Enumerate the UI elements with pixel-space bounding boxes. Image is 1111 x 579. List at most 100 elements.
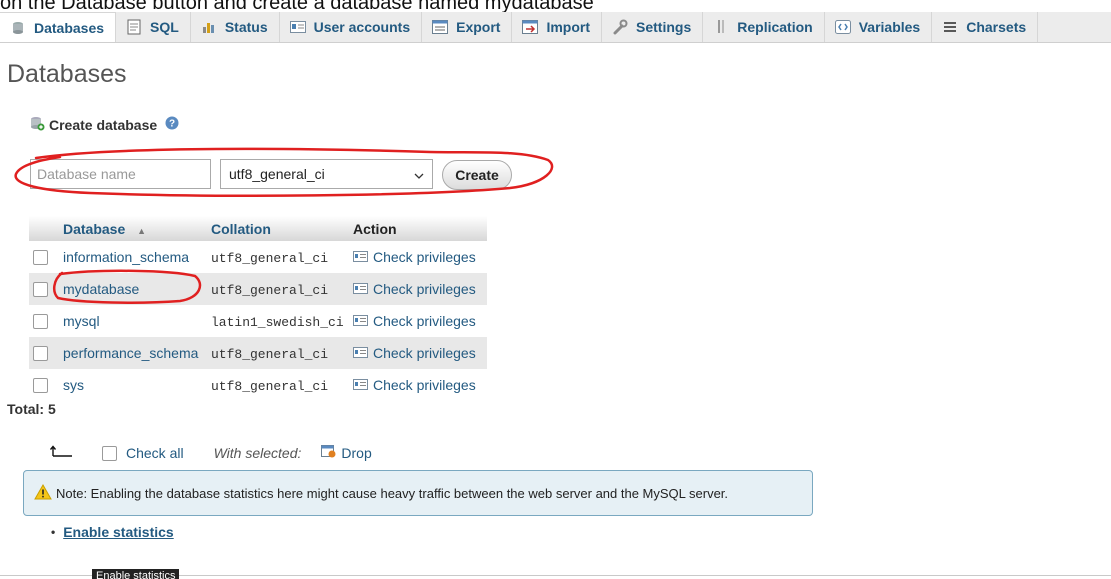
collation-value: latin1_swedish_ci [211,314,344,330]
header-database-label: Database [63,220,126,237]
collation-select[interactable]: utf8_general_ci [220,159,433,189]
tooltip: Enable statistics [92,569,180,579]
privileges-icon [353,377,368,393]
check-privileges-link[interactable]: Check privileges [353,345,476,361]
privileges-icon [353,345,368,361]
help-icon[interactable]: ? [165,116,179,133]
database-link[interactable]: performance_schema [63,345,198,361]
table-header-row: Database ▲ Collation Action [29,216,487,241]
table-row: mysql latin1_swedish_ci Check privileges [29,305,487,337]
check-all-control[interactable]: Check all [102,445,184,461]
create-database-heading: Create database ? [29,115,179,134]
tab-label: Import [546,19,591,35]
sort-ascending-icon: ▲ [137,225,147,236]
header-action-label: Action [353,220,397,237]
collation-selected-value: utf8_general_ci [229,166,325,182]
chevron-down-icon [414,166,424,182]
table-row: information_schema utf8_general_ci Check… [29,241,487,273]
collation-value: utf8_general_ci [211,378,329,394]
database-link[interactable]: mysql [63,313,100,329]
header-database[interactable]: Database ▲ [59,216,207,241]
table-row: mydatabase utf8_general_ci Check privile… [29,273,487,305]
database-icon [10,20,26,36]
create-database-icon [29,115,45,134]
row-checkbox[interactable] [33,378,48,394]
check-all-checkbox[interactable] [102,445,117,461]
check-all-label: Check all [126,445,184,461]
check-privileges-label: Check privileges [373,281,476,297]
header-collation[interactable]: Collation [207,216,349,241]
charsets-icon [942,19,958,35]
arrow-up-icon [49,444,80,462]
row-checkbox-cell [29,337,59,369]
total-count: Total: 5 [7,401,56,417]
drop-label: Drop [341,445,372,461]
tab-sql[interactable]: SQL [116,12,191,42]
import-icon [522,19,539,35]
database-name-input[interactable] [30,159,211,189]
statistics-notice: Note: Enabling the database statistics h… [23,470,813,516]
row-checkbox-cell [29,273,59,305]
row-checkbox-cell [29,369,59,401]
header-collation-label: Collation [211,220,271,237]
tab-settings[interactable]: Settings [602,12,704,42]
tab-label: Variables [858,19,921,35]
wrench-icon [612,19,628,35]
tab-replication[interactable]: Replication [703,12,825,42]
create-database-label: Create database [49,116,158,133]
collation-value: utf8_general_ci [211,346,329,362]
check-privileges-link[interactable]: Check privileges [353,313,476,329]
tab-charsets[interactable]: Charsets [932,12,1039,42]
bulk-actions-bar: Check all With selected: Drop [49,444,372,462]
tab-variables[interactable]: Variables [825,12,933,42]
row-checkbox-cell [29,305,59,337]
page-title: Databases [7,60,127,88]
check-privileges-link[interactable]: Check privileges [353,281,476,297]
replication-icon [713,19,729,35]
export-icon [432,19,449,35]
database-link[interactable]: mydatabase [63,281,139,297]
check-privileges-link[interactable]: Check privileges [353,249,476,265]
privileges-icon [353,281,368,297]
row-checkbox[interactable] [33,282,48,298]
collation-value: utf8_general_ci [211,282,329,298]
tab-databases[interactable]: Databases [0,12,117,42]
table-row: performance_schema utf8_general_ci Check… [29,337,487,369]
tab-label: SQL [150,19,179,35]
privileges-icon [353,313,368,329]
tab-label: Databases [34,19,105,36]
top-tab-bar: Databases SQL Status User accounts Expor… [0,12,1111,43]
collation-value: utf8_general_ci [211,250,329,266]
check-privileges-link[interactable]: Check privileges [353,377,476,393]
row-checkbox[interactable] [33,314,48,330]
tab-label: Status [224,19,268,35]
row-checkbox[interactable] [33,346,48,362]
database-link[interactable]: information_schema [63,249,189,265]
drop-button[interactable]: Drop [321,445,372,461]
tab-label: User accounts [313,19,411,35]
check-privileges-label: Check privileges [373,249,476,265]
enable-statistics-link[interactable]: Enable statistics [63,524,174,540]
notice-text: Note: Enabling the database statistics h… [56,485,729,501]
tab-export[interactable]: Export [422,12,513,42]
header-action: Action [349,216,487,241]
tab-import[interactable]: Import [512,12,603,42]
enable-statistics-item: • Enable statistics [51,524,174,540]
table-row: sys utf8_general_ci Check privileges [29,369,487,401]
row-checkbox-cell [29,241,59,273]
check-privileges-label: Check privileges [373,313,476,329]
database-table: Database ▲ Collation Action information_… [29,216,487,401]
tab-user-accounts[interactable]: User accounts [280,12,423,42]
svg-text:?: ? [169,119,175,130]
tab-label: Settings [636,19,692,35]
database-link[interactable]: sys [63,377,84,393]
tab-label: Replication [737,19,813,35]
tab-status[interactable]: Status [191,12,280,42]
check-privileges-label: Check privileges [373,345,476,361]
sql-icon [126,19,142,35]
with-selected-label: With selected: [213,445,302,461]
row-checkbox[interactable] [33,250,48,266]
variables-icon [834,19,851,35]
header-checkbox-cell [29,216,59,241]
create-button[interactable]: Create [442,160,512,190]
